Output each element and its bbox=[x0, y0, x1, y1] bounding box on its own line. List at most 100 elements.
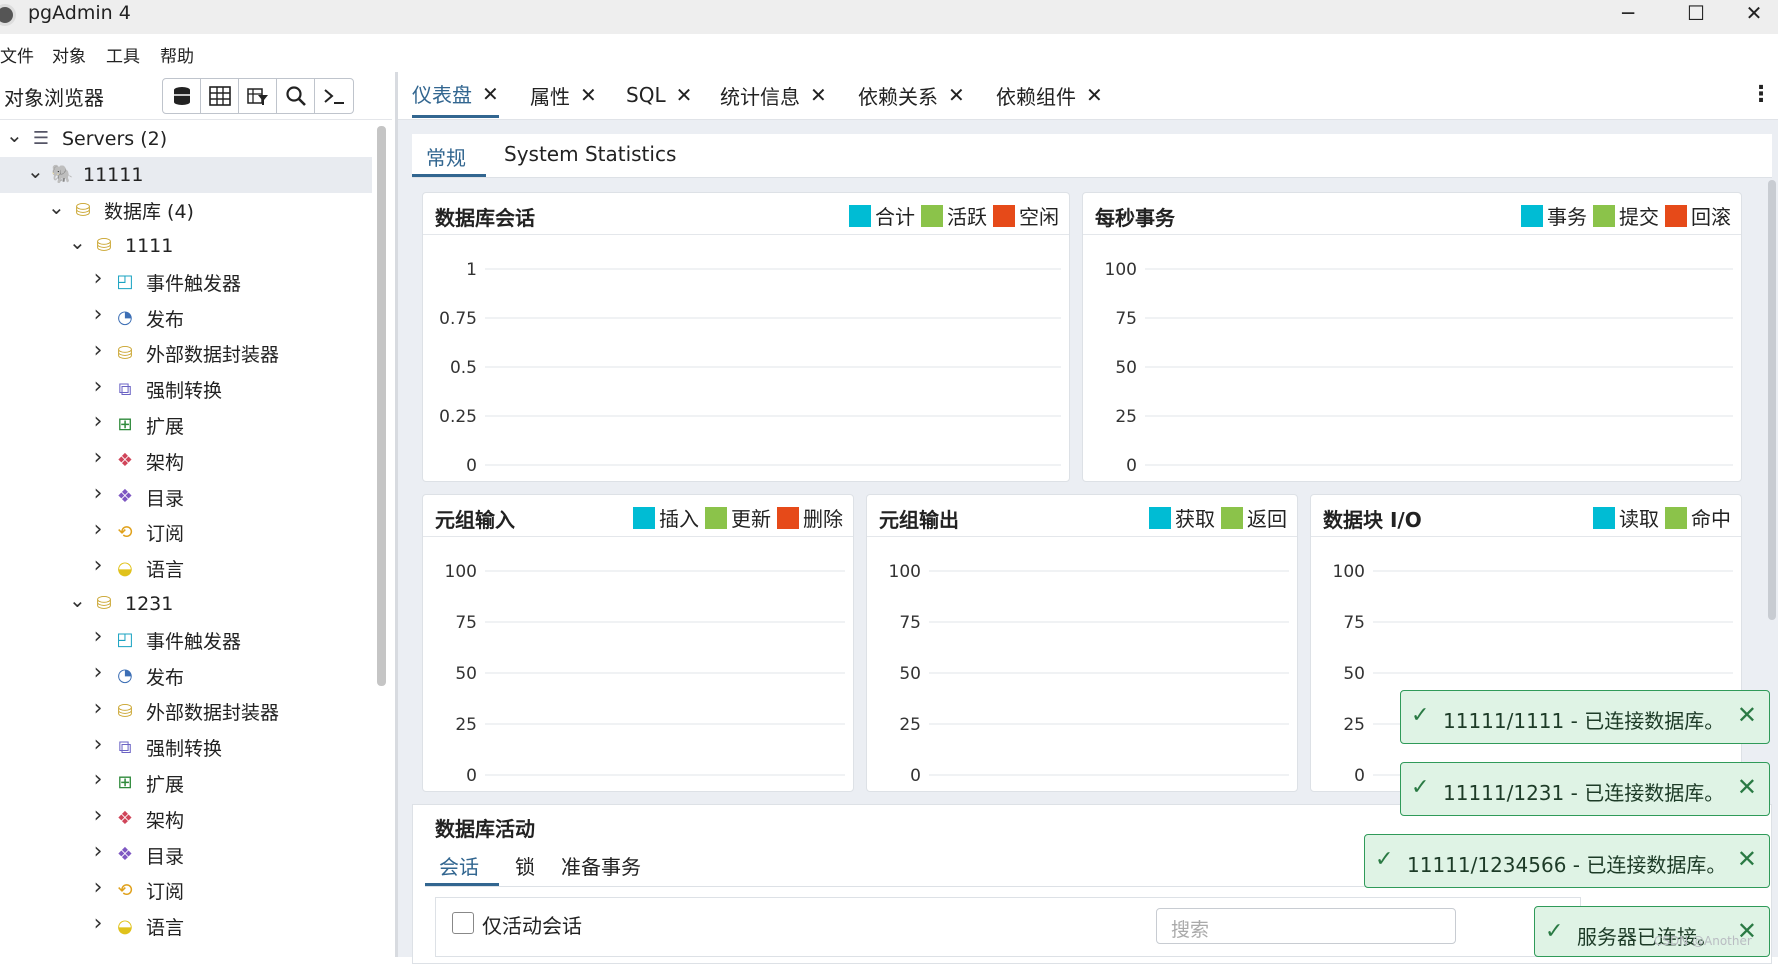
menu-help[interactable]: 帮助 bbox=[160, 42, 194, 67]
y-tick-label: 0.75 bbox=[439, 309, 477, 329]
tab-dashboard[interactable]: 仪表盘 ✕ bbox=[412, 72, 499, 118]
fdw-icon: ⛁ bbox=[117, 700, 133, 722]
tree-item[interactable]: › ⟲ 订阅 bbox=[0, 515, 372, 551]
tree-item-label: 1231 bbox=[125, 593, 174, 616]
chevron-right-icon[interactable]: › bbox=[90, 803, 106, 828]
tab-dependents[interactable]: 依赖组件 ✕ bbox=[996, 72, 1103, 118]
tree-scrollbar[interactable] bbox=[377, 126, 386, 686]
chevron-down-icon[interactable]: ⌄ bbox=[69, 230, 86, 254]
tree-item[interactable]: ⌄ 🐘 11111 bbox=[0, 156, 372, 193]
tab-dependencies[interactable]: 依赖关系 ✕ bbox=[858, 72, 965, 118]
chevron-right-icon[interactable]: › bbox=[90, 553, 106, 578]
tree-item[interactable]: › ❖ 架构 bbox=[0, 443, 372, 479]
close-icon[interactable]: ✕ bbox=[482, 82, 499, 106]
tree-item[interactable]: › ❖ 目录 bbox=[0, 837, 372, 873]
tree-item[interactable]: ⌄ ⛁ 1111 bbox=[0, 228, 372, 264]
chevron-right-icon[interactable]: › bbox=[90, 266, 106, 291]
chevron-right-icon[interactable]: › bbox=[90, 445, 106, 470]
view-data-button[interactable] bbox=[201, 79, 239, 113]
tab-properties[interactable]: 属性 ✕ bbox=[530, 72, 597, 118]
databases-icon: ⛁ bbox=[75, 199, 91, 221]
search-icon bbox=[285, 86, 306, 106]
tree-item[interactable]: › ⧉ 强制转换 bbox=[0, 372, 372, 408]
minimize-button[interactable]: ─ bbox=[1598, 0, 1658, 30]
psql-tool-button[interactable] bbox=[315, 79, 353, 113]
chevron-right-icon[interactable]: › bbox=[90, 767, 106, 792]
chevron-right-icon[interactable]: › bbox=[90, 660, 106, 685]
query-tool-button[interactable] bbox=[163, 79, 201, 113]
tree-item[interactable]: ⌄ ☰ Servers (2) bbox=[0, 121, 372, 157]
search-objects-button[interactable] bbox=[277, 79, 315, 113]
chevron-right-icon[interactable]: › bbox=[90, 839, 106, 864]
chevron-down-icon[interactable]: ⌄ bbox=[6, 123, 23, 147]
chart-title: 数据库会话 bbox=[435, 206, 535, 230]
notification-toast: ✓ 服务器已连接。 ✕ bbox=[1534, 906, 1770, 957]
chart-legend: 插入 更新 删除 bbox=[627, 503, 843, 532]
tree-item[interactable]: › ◰ 事件触发器 bbox=[0, 264, 372, 300]
chevron-right-icon[interactable]: › bbox=[90, 302, 106, 327]
tree-item[interactable]: › ⟲ 订阅 bbox=[0, 873, 372, 909]
tree-item[interactable]: ⌄ ⛁ 1231 bbox=[0, 586, 372, 622]
menu-file[interactable]: 文件 bbox=[0, 42, 34, 67]
tab-sql[interactable]: SQL ✕ bbox=[626, 72, 692, 118]
chevron-right-icon[interactable]: › bbox=[90, 374, 106, 399]
close-icon[interactable]: ✕ bbox=[1737, 701, 1757, 729]
content-scrollbar[interactable] bbox=[1768, 180, 1776, 620]
y-tick-label: 100 bbox=[889, 562, 921, 582]
tree-item[interactable]: › ⊞ 扩展 bbox=[0, 407, 372, 443]
chevron-down-icon[interactable]: ⌄ bbox=[48, 195, 65, 219]
close-icon[interactable]: ✕ bbox=[948, 83, 965, 107]
activity-tab-locks[interactable]: 锁 bbox=[515, 851, 535, 880]
y-tick-label: 100 bbox=[1105, 260, 1137, 280]
tree-item[interactable]: › ⧉ 强制转换 bbox=[0, 730, 372, 766]
menu-object[interactable]: 对象 bbox=[52, 42, 86, 67]
legend-swatch bbox=[705, 506, 727, 529]
tree-item-label: 语言 bbox=[146, 559, 185, 582]
activity-tab-sessions[interactable]: 会话 bbox=[439, 851, 479, 880]
legend-label: 合计 bbox=[875, 205, 915, 229]
close-icon[interactable]: ✕ bbox=[580, 83, 597, 107]
chevron-right-icon[interactable]: › bbox=[90, 338, 106, 363]
tree-item[interactable]: › ◰ 事件触发器 bbox=[0, 622, 372, 658]
activity-search-input[interactable]: 搜索 bbox=[1156, 908, 1456, 944]
tree-item[interactable]: › ⊞ 扩展 bbox=[0, 765, 372, 801]
chevron-down-icon[interactable]: ⌄ bbox=[27, 159, 44, 183]
subtab-general[interactable]: 常规 bbox=[426, 142, 466, 171]
tree-item-label: 发布 bbox=[146, 666, 185, 689]
table-grid-icon bbox=[208, 86, 231, 106]
close-icon[interactable]: ✕ bbox=[1737, 845, 1757, 873]
tree-item[interactable]: › ⛁ 外部数据封装器 bbox=[0, 336, 372, 372]
filtered-rows-button[interactable] bbox=[239, 79, 277, 113]
chevron-right-icon[interactable]: › bbox=[90, 732, 106, 757]
tree-item[interactable]: › ◔ 发布 bbox=[0, 300, 372, 336]
tree-item-label: 目录 bbox=[146, 487, 185, 510]
menu-tools[interactable]: 工具 bbox=[106, 42, 140, 67]
chevron-right-icon[interactable]: › bbox=[90, 481, 106, 506]
activity-tab-prepared-transactions[interactable]: 准备事务 bbox=[561, 851, 641, 880]
close-window-button[interactable]: ✕ bbox=[1724, 0, 1778, 30]
chevron-down-icon[interactable]: ⌄ bbox=[69, 588, 86, 612]
tab-statistics[interactable]: 统计信息 ✕ bbox=[720, 72, 827, 118]
close-icon[interactable]: ✕ bbox=[1737, 773, 1757, 801]
chevron-right-icon[interactable]: › bbox=[90, 875, 106, 900]
tree-item[interactable]: › ❖ 目录 bbox=[0, 479, 372, 515]
tree-item[interactable]: ⌄ ⛁ 数据库 (4) bbox=[0, 193, 372, 229]
tree-item[interactable]: › ⛁ 外部数据封装器 bbox=[0, 694, 372, 730]
chevron-right-icon[interactable]: › bbox=[90, 517, 106, 542]
language-icon: ◒ bbox=[117, 915, 133, 937]
subtab-system-statistics[interactable]: System Statistics bbox=[504, 142, 676, 166]
close-icon[interactable]: ✕ bbox=[810, 83, 827, 107]
tree-item[interactable]: › ◔ 发布 bbox=[0, 658, 372, 694]
chevron-right-icon[interactable]: › bbox=[90, 911, 106, 936]
tree-item[interactable]: › ❖ 架构 bbox=[0, 801, 372, 837]
close-icon[interactable]: ✕ bbox=[1086, 83, 1103, 107]
active-only-checkbox[interactable] bbox=[452, 912, 474, 934]
more-options-icon[interactable]: ⋮ bbox=[1750, 82, 1772, 107]
chevron-right-icon[interactable]: › bbox=[90, 696, 106, 721]
chevron-right-icon[interactable]: › bbox=[90, 409, 106, 434]
tree-item[interactable]: › ◒ 语言 bbox=[0, 909, 372, 945]
maximize-button[interactable]: ☐ bbox=[1666, 0, 1726, 30]
chevron-right-icon[interactable]: › bbox=[90, 624, 106, 649]
tree-item[interactable]: › ◒ 语言 bbox=[0, 551, 372, 587]
close-icon[interactable]: ✕ bbox=[676, 83, 693, 107]
